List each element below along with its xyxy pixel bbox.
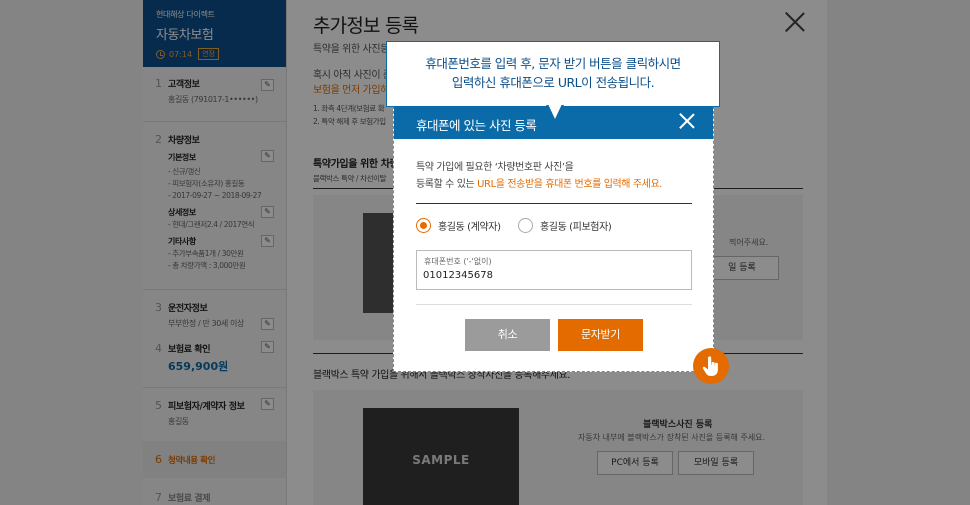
receive-sms-button[interactable]: 문자받기 — [558, 319, 643, 351]
radio-contractor[interactable]: 홍길동 (계약자) — [416, 218, 501, 233]
close-icon[interactable] — [679, 113, 695, 129]
phone-input[interactable] — [423, 270, 683, 281]
instruction-tooltip: 휴대폰번호를 입력 후, 문자 받기 버튼을 클릭하시면 입력하신 휴대폰으로 … — [386, 41, 720, 107]
modal-description: 특약 가입에 필요한 ‘차량번호판 사진’을 등록할 수 있는 URL을 전송받… — [416, 159, 662, 193]
desc-text: 등록할 수 있는 — [416, 179, 478, 190]
desc-highlight: URL을 전송받을 휴대폰 번호를 입력해 주세요. — [477, 179, 663, 190]
radio-label: 홍길동 (피보험자) — [540, 222, 612, 233]
desc-line: 등록할 수 있는 URL을 전송받을 휴대폰 번호를 입력해 주세요. — [416, 176, 662, 193]
modal-divider — [416, 203, 692, 204]
radio-checked-icon[interactable] — [416, 218, 431, 233]
tooltip-line: 입력하신 휴대폰으로 URL이 전송됩니다. — [451, 75, 655, 90]
modal-title: 휴대폰에 있는 사진 등록 — [416, 118, 537, 133]
phone-field[interactable]: 휴대폰번호 ('-'없이) — [416, 250, 692, 290]
radio-label: 홍길동 (계약자) — [438, 222, 501, 233]
radio-unchecked-icon[interactable] — [518, 218, 533, 233]
cancel-button[interactable]: 취소 — [465, 319, 550, 351]
phone-photo-modal: 휴대폰에 있는 사진 등록 특약 가입에 필요한 ‘차량번호판 사진’을 등록할… — [393, 106, 714, 372]
tooltip-line: 휴대폰번호를 입력 후, 문자 받기 버튼을 클릭하시면 — [425, 56, 681, 71]
modal-divider — [416, 304, 692, 305]
tooltip-tail-inner — [548, 104, 562, 119]
phone-field-label: 휴대폰번호 ('-'없이) — [424, 257, 492, 266]
hand-pointer-icon — [693, 348, 729, 384]
desc-line: 특약 가입에 필요한 ‘차량번호판 사진’을 — [416, 162, 574, 173]
radio-insured[interactable]: 홍길동 (피보험자) — [518, 218, 612, 233]
